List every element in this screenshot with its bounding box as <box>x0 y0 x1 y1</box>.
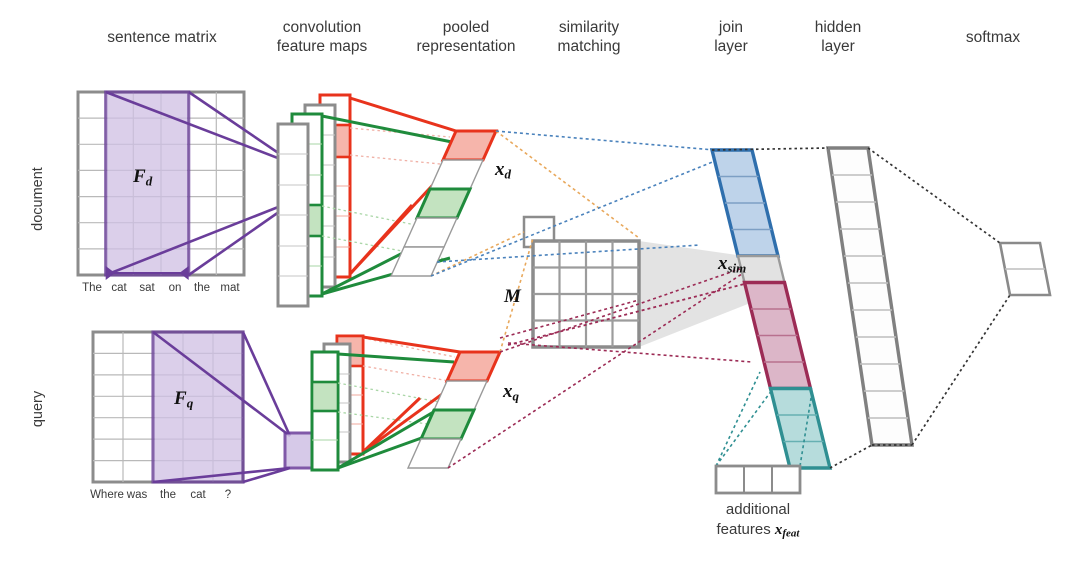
softmax-layer <box>998 241 1052 297</box>
architecture-svg <box>76 90 1052 495</box>
additional-features-caption-line2: features <box>716 521 775 538</box>
document-pooled-representation <box>389 129 499 277</box>
join-label-xsim: xsim <box>718 253 747 276</box>
similarity-label-m: M <box>504 286 521 307</box>
side-label-query: query <box>30 390 46 428</box>
column-header-join-layer: join layer <box>714 19 748 55</box>
filter-label-fd: Fd <box>133 166 153 189</box>
query-word-2: the <box>160 489 176 501</box>
document-word-0: The <box>82 282 102 294</box>
side-label-document: document <box>30 167 46 231</box>
document-word-3: on <box>168 282 182 294</box>
additional-features-math: xfeat <box>774 522 800 540</box>
document-word-4: the <box>194 282 210 294</box>
query-word-4: ? <box>224 489 232 501</box>
additional-features-caption-line1: additional <box>725 501 791 518</box>
filter-label-fq: Fq <box>174 388 194 411</box>
hidden-layer <box>826 146 914 447</box>
additional-features-box <box>714 464 802 495</box>
diagram-canvas: sentence matrix convolution feature maps… <box>0 0 1080 561</box>
document-convolution-feature-maps <box>276 93 352 308</box>
pooled-label-xd: xd <box>495 159 511 182</box>
query-word-1: was <box>126 489 148 501</box>
column-header-sentence-matrix: sentence matrix <box>107 29 217 46</box>
pooled-label-xq: xq <box>503 381 519 404</box>
document-word-2: sat <box>139 282 155 294</box>
column-header-convolution: convolution feature maps <box>276 19 368 55</box>
join-segment-additional-features <box>768 386 833 470</box>
column-header-softmax: softmax <box>965 29 1021 46</box>
join-segment-sim-query <box>742 280 813 391</box>
additional-features-caption: additional features xfeat <box>692 500 824 543</box>
conv-map-front-gray-doc <box>276 122 310 308</box>
column-header-pooled: pooled representation <box>416 19 516 55</box>
query-sentence-matrix <box>91 330 315 484</box>
document-word-1: cat <box>111 282 127 294</box>
conv-map-green-query <box>310 350 340 472</box>
document-sentence-matrix <box>76 90 297 277</box>
join-segment-sim-document <box>709 148 781 258</box>
query-word-3: cat <box>190 489 206 501</box>
similarity-matching-matrix <box>531 239 641 349</box>
document-word-5: mat <box>220 282 240 294</box>
column-header-similarity: similarity matching <box>557 19 621 55</box>
query-word-0: Where <box>90 489 124 501</box>
column-header-hidden-layer: hidden layer <box>814 19 862 55</box>
